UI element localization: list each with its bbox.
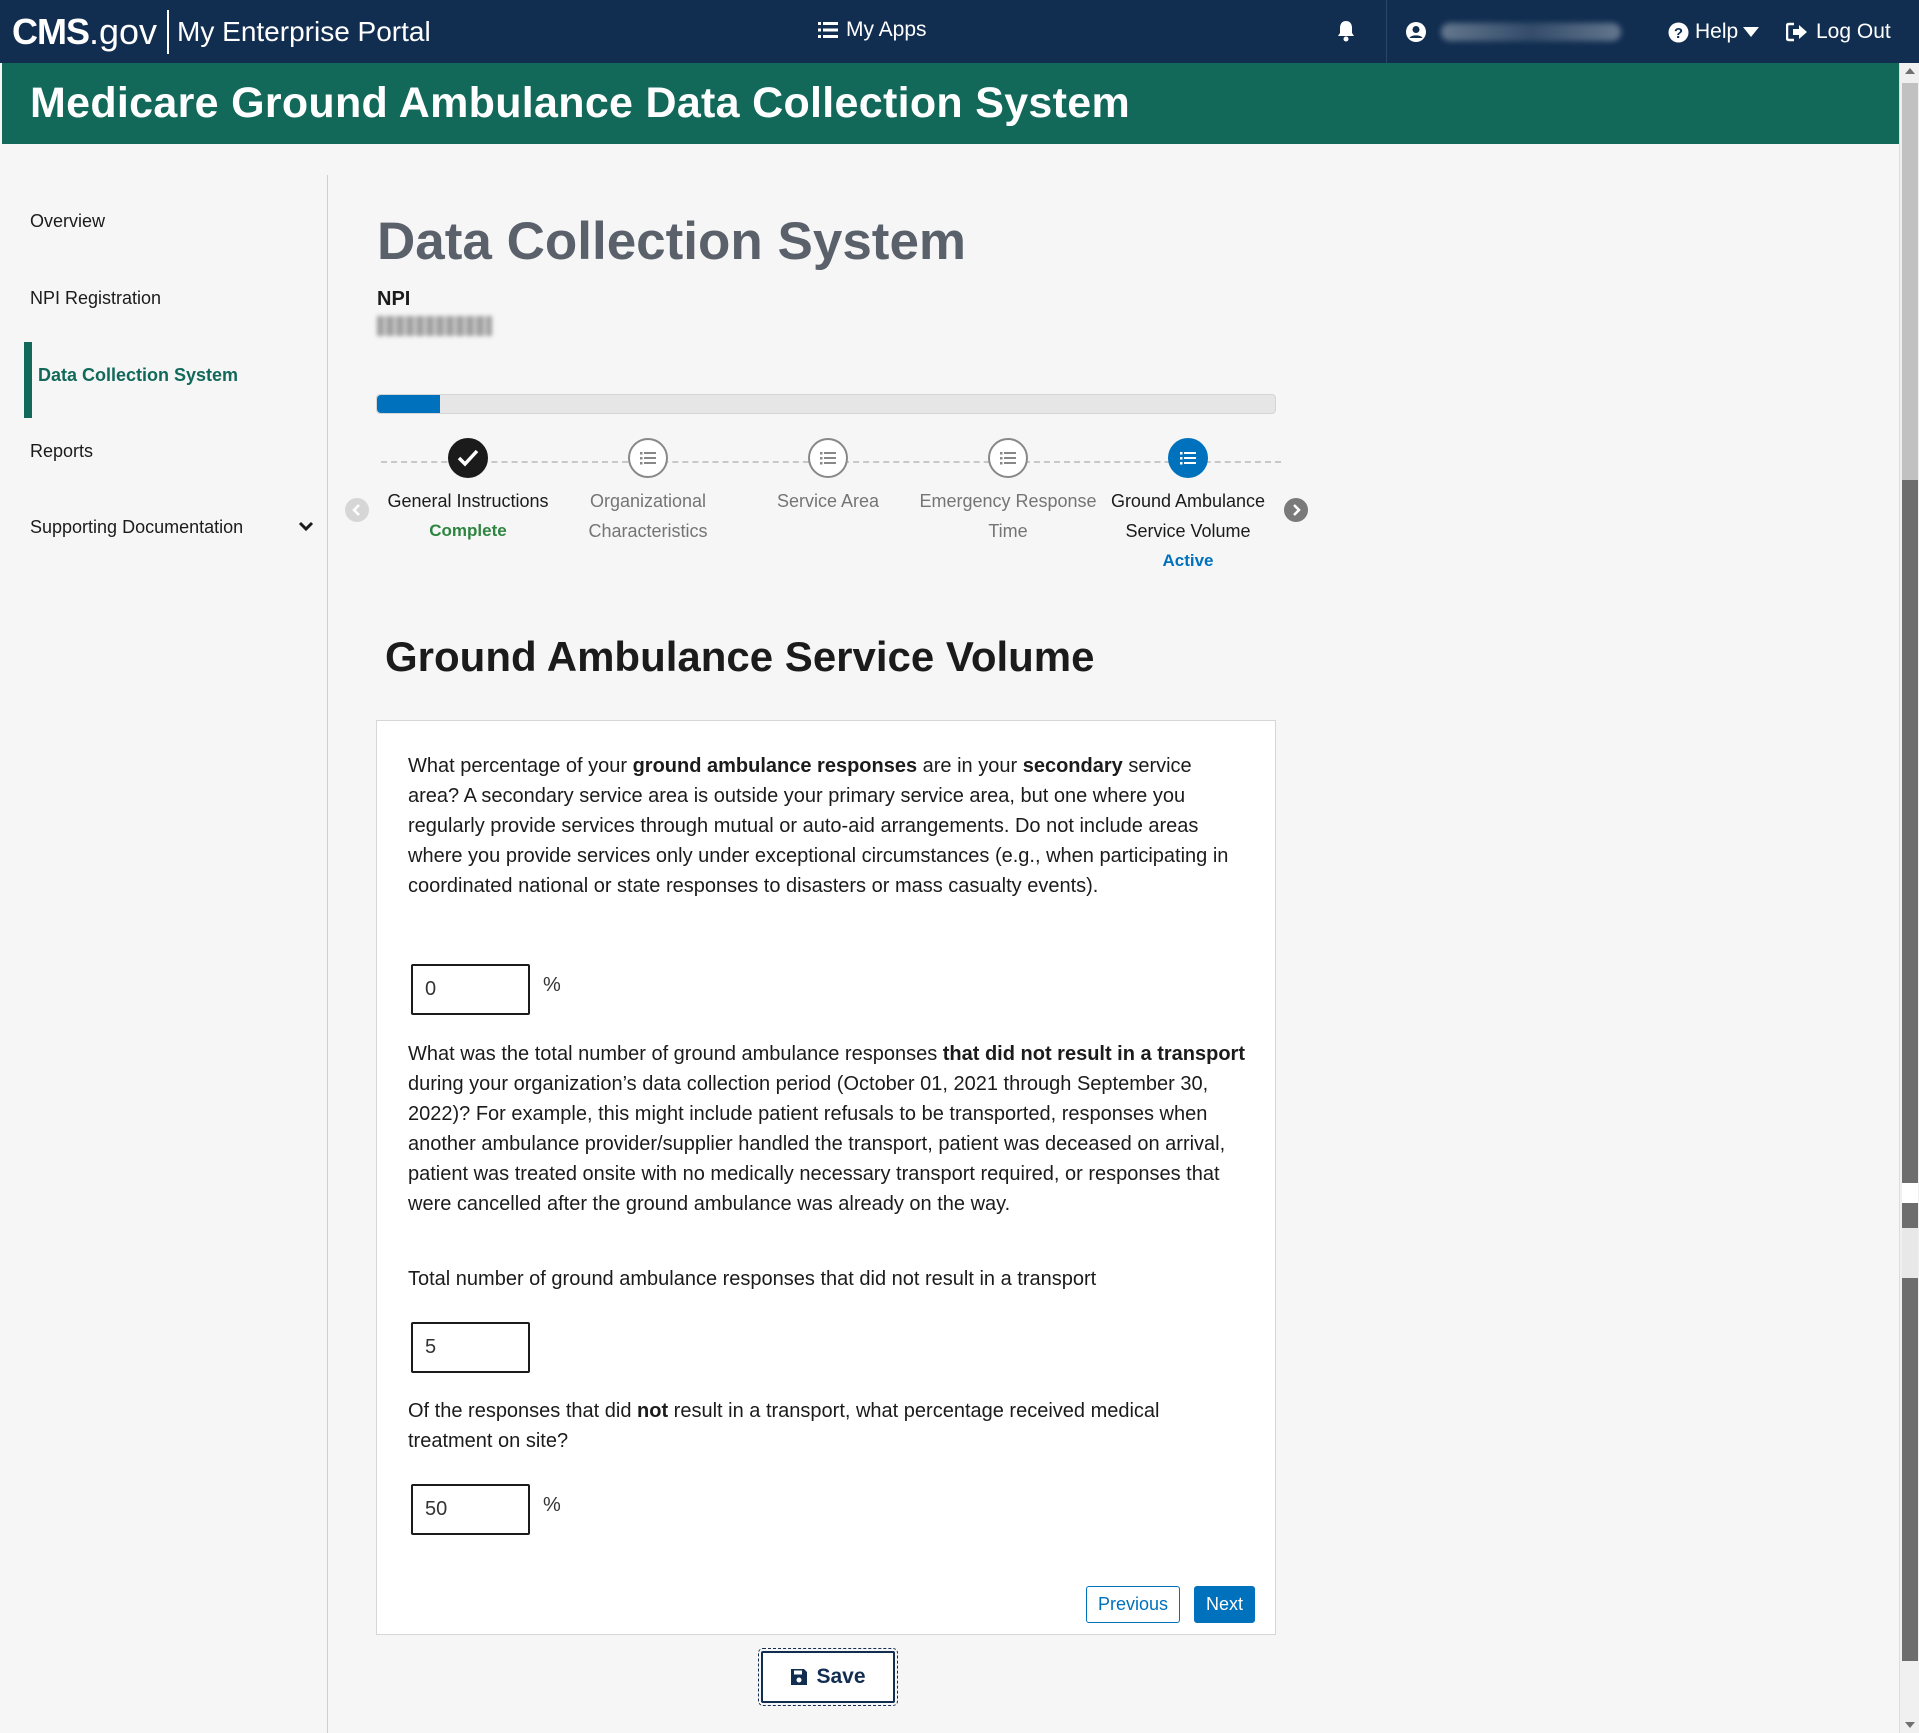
sidebar-nav: Overview NPI Registration Data Collectio… — [0, 175, 328, 1733]
question-secondary-service-area: What percentage of your ground ambulance… — [408, 755, 1229, 897]
section-title: Ground Ambulance Service Volume — [385, 633, 1095, 680]
scrollbar-marker — [1902, 1183, 1918, 1203]
step-general-instructions[interactable]: General Instructions Complete — [378, 438, 558, 546]
step-ground-ambulance-service-volume[interactable]: Ground Ambulance Service Volume Active — [1098, 438, 1278, 576]
step-service-area[interactable]: Service Area — [738, 438, 918, 516]
question-no-transport-responses: What was the total number of ground ambu… — [408, 1043, 1245, 1215]
step-label: Service Area — [776, 491, 880, 511]
caret-down-icon — [1743, 27, 1760, 37]
next-button[interactable]: Next — [1194, 1586, 1255, 1623]
step-organizational-characteristics[interactable]: Organizational Characteristics — [558, 438, 738, 546]
scrollbar-track[interactable] — [1902, 480, 1918, 1661]
npi-label: NPI — [377, 288, 411, 310]
save-button[interactable]: Save — [758, 1648, 898, 1706]
list-check-icon — [808, 438, 848, 478]
chevron-left-icon[interactable] — [345, 498, 369, 522]
notifications-bell-icon[interactable] — [1336, 20, 1356, 47]
step-label: Time — [988, 521, 1028, 541]
scrollbar-marker — [1902, 1228, 1918, 1278]
logout-button[interactable]: Log Out — [1786, 20, 1891, 44]
brand-divider — [167, 10, 170, 54]
scroll-up-icon[interactable] — [1905, 68, 1915, 74]
step-status-complete: Complete — [429, 521, 507, 540]
step-status-active: Active — [1162, 551, 1214, 570]
no-transport-total-label: Total number of ground ambulance respons… — [408, 1268, 1097, 1290]
svg-text:?: ? — [1674, 25, 1683, 42]
page-scrollbar[interactable] — [1899, 63, 1919, 1733]
treated-on-site-percent-input[interactable] — [411, 1484, 530, 1535]
chevron-down-icon[interactable] — [298, 521, 314, 533]
checkmark-icon — [448, 438, 488, 478]
list-check-icon — [628, 438, 668, 478]
question-circle-icon: ? — [1668, 22, 1689, 42]
app-banner: Medicare Ground Ambulance Data Collectio… — [2, 63, 1899, 144]
my-apps-label: My Apps — [846, 18, 927, 41]
brand-cms: CMS — [12, 11, 90, 52]
portal-name: My Enterprise Portal — [177, 16, 431, 47]
active-indicator — [24, 342, 32, 418]
user-menu[interactable] — [1386, 0, 1636, 63]
help-label: Help — [1695, 20, 1739, 43]
logout-label: Log Out — [1816, 20, 1891, 43]
save-icon — [791, 1669, 808, 1685]
top-navbar: CMS .gov My Enterprise Portal My Apps ? … — [0, 0, 1919, 63]
question-card: What percentage of your ground ambulance… — [376, 720, 1276, 1635]
step-label: Organizational — [589, 491, 707, 511]
step-emergency-response-time[interactable]: Emergency Response Time — [918, 438, 1098, 546]
sign-out-icon — [1786, 22, 1807, 42]
npi-value-redacted — [377, 316, 492, 336]
progress-bar-fill — [377, 395, 440, 413]
brand-gov: .gov — [89, 11, 158, 52]
progress-bar — [376, 394, 1276, 414]
percent-unit: % — [543, 1494, 561, 1516]
step-label: Ground Ambulance — [1110, 491, 1266, 511]
step-label: Service Volume — [1125, 521, 1251, 541]
page-title: Data Collection System — [377, 212, 967, 271]
help-dropdown[interactable]: ? Help — [1668, 20, 1766, 44]
cms-logo[interactable]: CMS .gov My Enterprise Portal — [12, 10, 431, 54]
list-check-icon — [988, 438, 1028, 478]
step-label: Characteristics — [588, 521, 708, 541]
chevron-right-icon[interactable] — [1284, 498, 1308, 522]
no-transport-total-input[interactable] — [411, 1322, 530, 1373]
sidebar-item-supporting-documentation[interactable]: Supporting Documentation — [30, 517, 243, 538]
my-apps-button[interactable]: My Apps — [818, 18, 927, 42]
question-treated-on-site: Of the responses that did not result in … — [408, 1400, 1160, 1452]
step-label: Emergency Response — [919, 491, 1097, 511]
user-circle-icon — [1406, 21, 1426, 42]
sidebar-item-data-collection-system[interactable]: Data Collection System — [38, 365, 238, 386]
app-title: Medicare Ground Ambulance Data Collectio… — [30, 79, 1131, 127]
scroll-down-icon[interactable] — [1905, 1722, 1915, 1728]
step-indicator: General Instructions Complete Organizati… — [345, 438, 1308, 578]
percent-unit: % — [543, 974, 561, 996]
step-label: General Instructions — [387, 491, 549, 511]
secondary-area-percent-input[interactable] — [411, 964, 530, 1015]
save-label: Save — [816, 1665, 866, 1688]
previous-button[interactable]: Previous — [1086, 1586, 1180, 1623]
scrollbar-thumb[interactable] — [1902, 83, 1918, 480]
user-name-redacted — [1441, 22, 1621, 41]
sidebar-item-npi-registration[interactable]: NPI Registration — [30, 288, 161, 309]
sidebar-item-overview[interactable]: Overview — [30, 211, 105, 232]
sidebar-item-reports[interactable]: Reports — [30, 441, 93, 462]
list-icon — [818, 22, 838, 38]
list-check-icon — [1168, 438, 1208, 478]
